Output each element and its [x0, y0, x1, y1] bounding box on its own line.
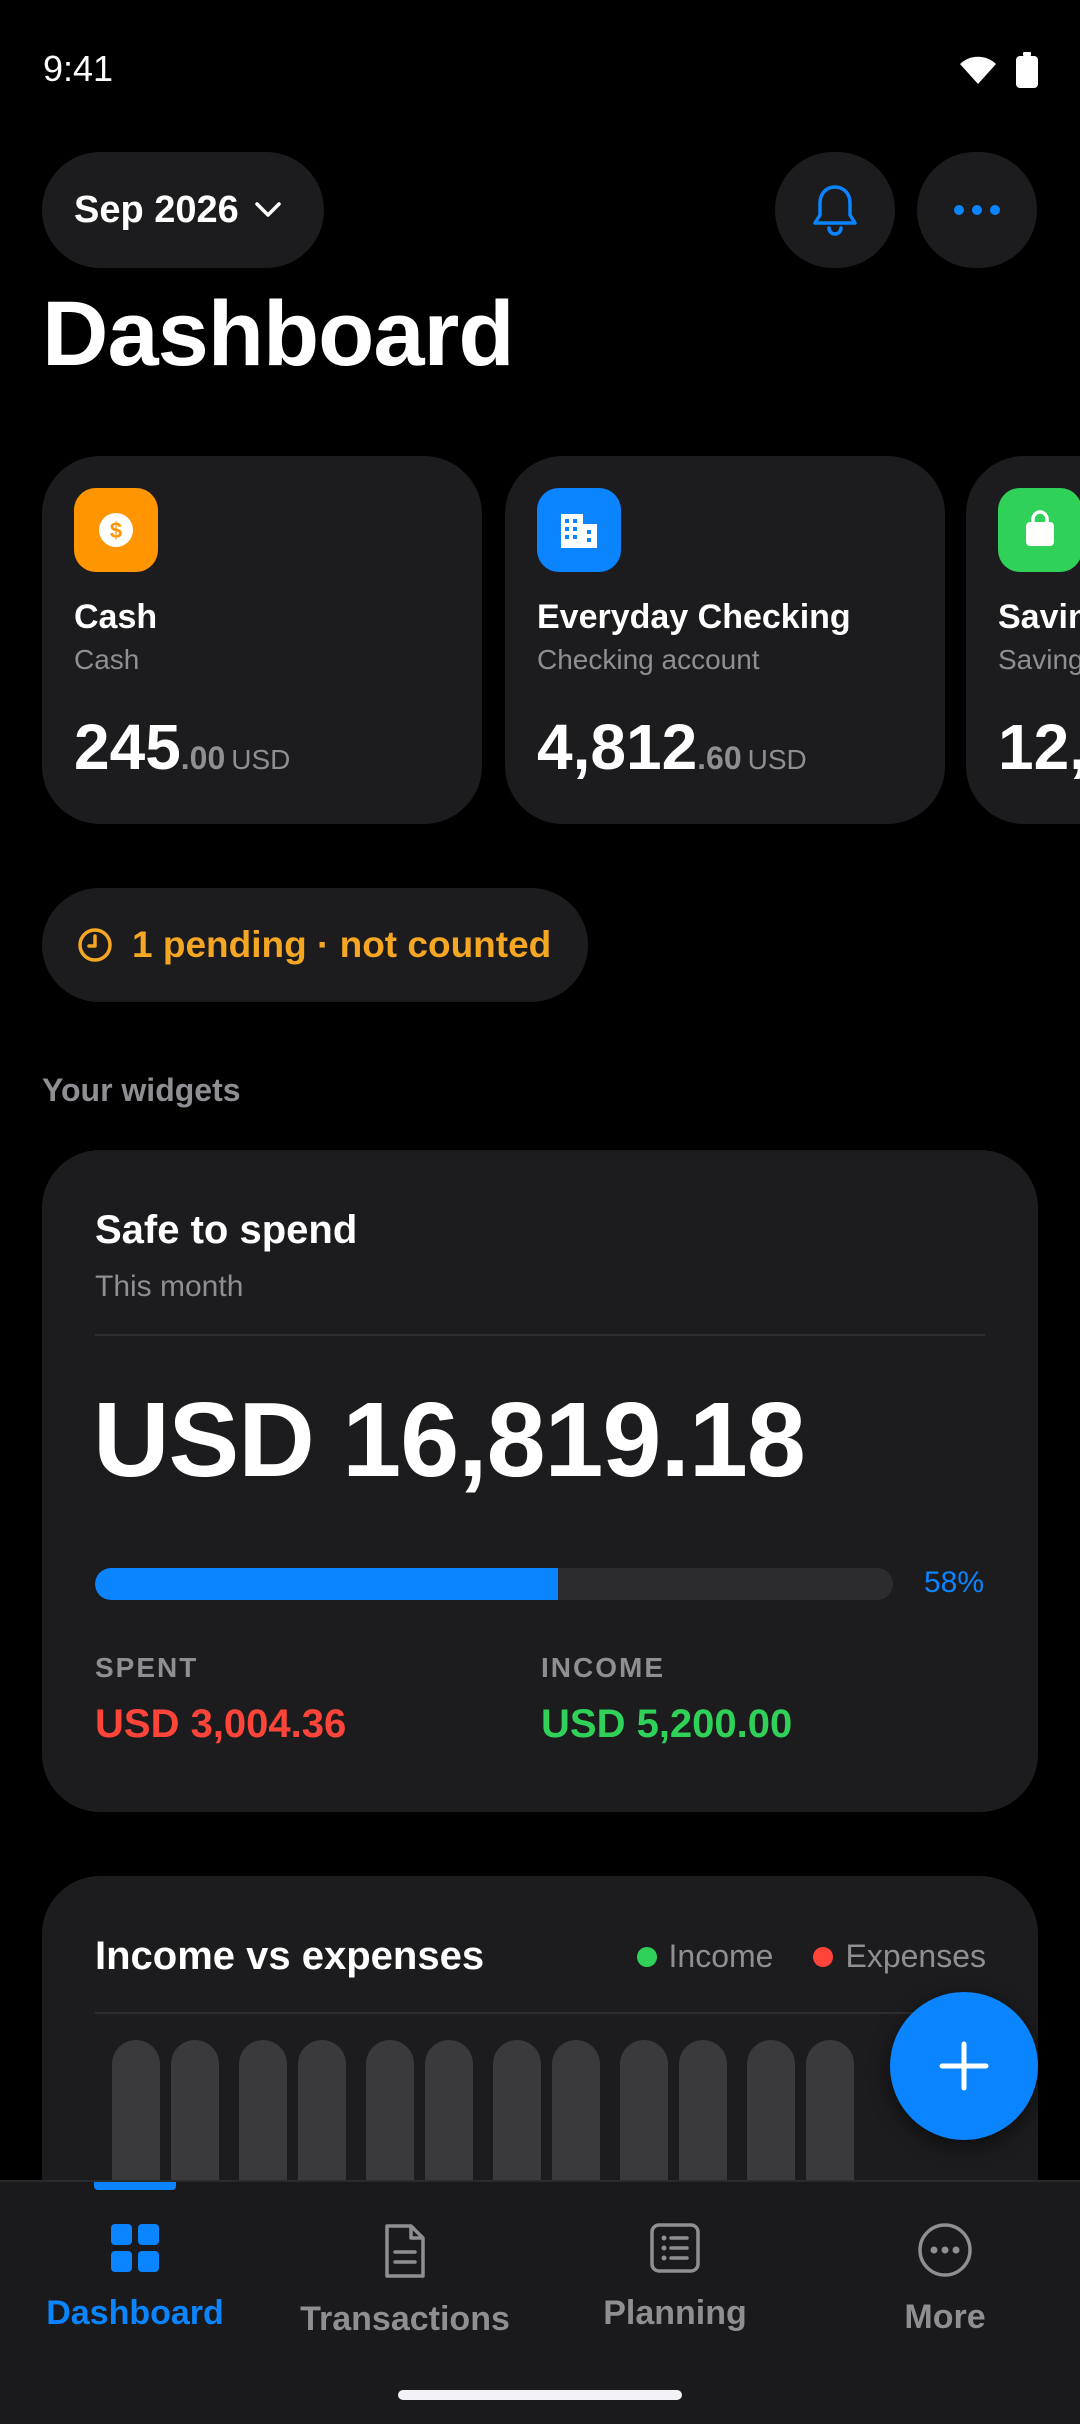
list-icon: [650, 2223, 700, 2273]
legend-dot: [636, 1946, 657, 1967]
bottom-tab-bar: Dashboard Transactions Planning More: [0, 2180, 1080, 2424]
account-icon-box: [537, 488, 621, 572]
account-balance: 245.00 USD: [74, 710, 290, 784]
pending-transactions-chip[interactable]: 1 pending · not counted: [42, 888, 588, 1002]
tab-planning[interactable]: Planning: [540, 2222, 810, 2333]
chart-legend: Income Expenses: [636, 1938, 986, 1975]
dollar-icon: $: [99, 513, 133, 547]
status-bar: 9:41: [0, 0, 1080, 140]
status-time: 9:41: [43, 48, 114, 89]
document-icon: [385, 2224, 425, 2278]
legend-item-income: Income: [636, 1938, 774, 1975]
account-icon-box: $: [74, 488, 158, 572]
balance-int: 245: [74, 711, 181, 783]
account-balance: 12,: [998, 710, 1080, 784]
balance-currency: USD: [747, 744, 807, 775]
battery-icon: [1016, 52, 1038, 88]
month-label: Sep 2026: [74, 188, 239, 231]
account-balance: 4,812.60 USD: [537, 710, 807, 784]
svg-text:$: $: [110, 518, 122, 543]
balance-dec: .60: [697, 740, 742, 776]
bell-icon: [813, 185, 857, 236]
budget-progress-fill: [95, 1568, 558, 1600]
chevron-down-icon: [255, 202, 281, 217]
balance-int: 12,: [998, 711, 1080, 783]
safe-to-spend-widget[interactable]: Safe to spend This month USD 16,819.18 5…: [42, 1150, 1038, 1812]
account-icon-box: [998, 488, 1080, 572]
balance-dec: .00: [180, 740, 226, 776]
legend-label: Income: [668, 1938, 774, 1974]
building-icon: [561, 514, 597, 548]
account-card-cash[interactable]: $ Cash Cash 245.00 USD: [42, 456, 482, 824]
account-type: Checking account: [537, 644, 760, 675]
legend-dot: [813, 1946, 834, 1967]
tab-transactions[interactable]: Transactions: [270, 2222, 540, 2339]
plus-icon: [939, 2041, 989, 2091]
income-label: INCOME: [541, 1652, 665, 1683]
tab-label: Dashboard: [46, 2294, 224, 2332]
month-selector[interactable]: Sep 2026: [42, 152, 324, 268]
balance-currency: USD: [231, 744, 291, 775]
more-circle-icon: [918, 2223, 972, 2277]
tab-label: More: [904, 2298, 986, 2336]
page-title: Dashboard: [42, 283, 515, 385]
widgets-section-label: Your widgets: [42, 1072, 241, 1108]
widget-title: Income vs expenses: [95, 1934, 485, 1978]
tab-label: Planning: [603, 2294, 747, 2332]
more-options-button[interactable]: [917, 152, 1037, 268]
tab-more[interactable]: More: [810, 2222, 1080, 2337]
safe-to-spend-amount: USD 16,819.18: [93, 1381, 806, 1499]
ellipsis-icon: [954, 205, 1000, 215]
pending-text: 1 pending · not counted: [132, 924, 552, 965]
wifi-icon: [960, 56, 996, 84]
bag-icon: [1026, 510, 1054, 546]
budget-progress-percent: 58%: [924, 1566, 985, 1599]
active-tab-indicator: [94, 2182, 176, 2190]
clock-icon: [78, 928, 112, 962]
widget-title: Safe to spend: [95, 1208, 358, 1252]
tab-label: Transactions: [300, 2300, 510, 2338]
accounts-carousel[interactable]: $ Cash Cash 245.00 USD Everyday Checking …: [42, 456, 1080, 826]
spent-label: SPENT: [95, 1652, 199, 1683]
balance-int: 4,812: [537, 711, 698, 783]
widget-subtitle: This month: [95, 1270, 244, 1303]
budget-progress-bar: [95, 1568, 893, 1600]
account-type: Cash: [74, 644, 140, 675]
tab-dashboard[interactable]: Dashboard: [0, 2222, 270, 2333]
add-transaction-button[interactable]: [890, 1992, 1038, 2140]
account-type: Saving: [998, 644, 1080, 675]
home-indicator: [398, 2390, 682, 2400]
status-icons: [958, 52, 1038, 88]
divider: [95, 1334, 985, 1336]
account-card-savings[interactable]: Savin Saving 12,: [966, 456, 1080, 824]
account-name: Savin: [998, 598, 1080, 636]
income-value: USD 5,200.00: [541, 1702, 793, 1746]
spent-value: USD 3,004.36: [95, 1702, 347, 1746]
legend-item-expenses: Expenses: [813, 1938, 986, 1975]
account-name: Everyday Checking: [537, 598, 851, 636]
account-card-checking[interactable]: Everyday Checking Checking account 4,812…: [505, 456, 945, 824]
account-name: Cash: [74, 598, 158, 636]
legend-label: Expenses: [845, 1938, 986, 1974]
divider: [95, 2012, 985, 2014]
grid-icon: [111, 2224, 159, 2272]
notifications-button[interactable]: [775, 152, 895, 268]
